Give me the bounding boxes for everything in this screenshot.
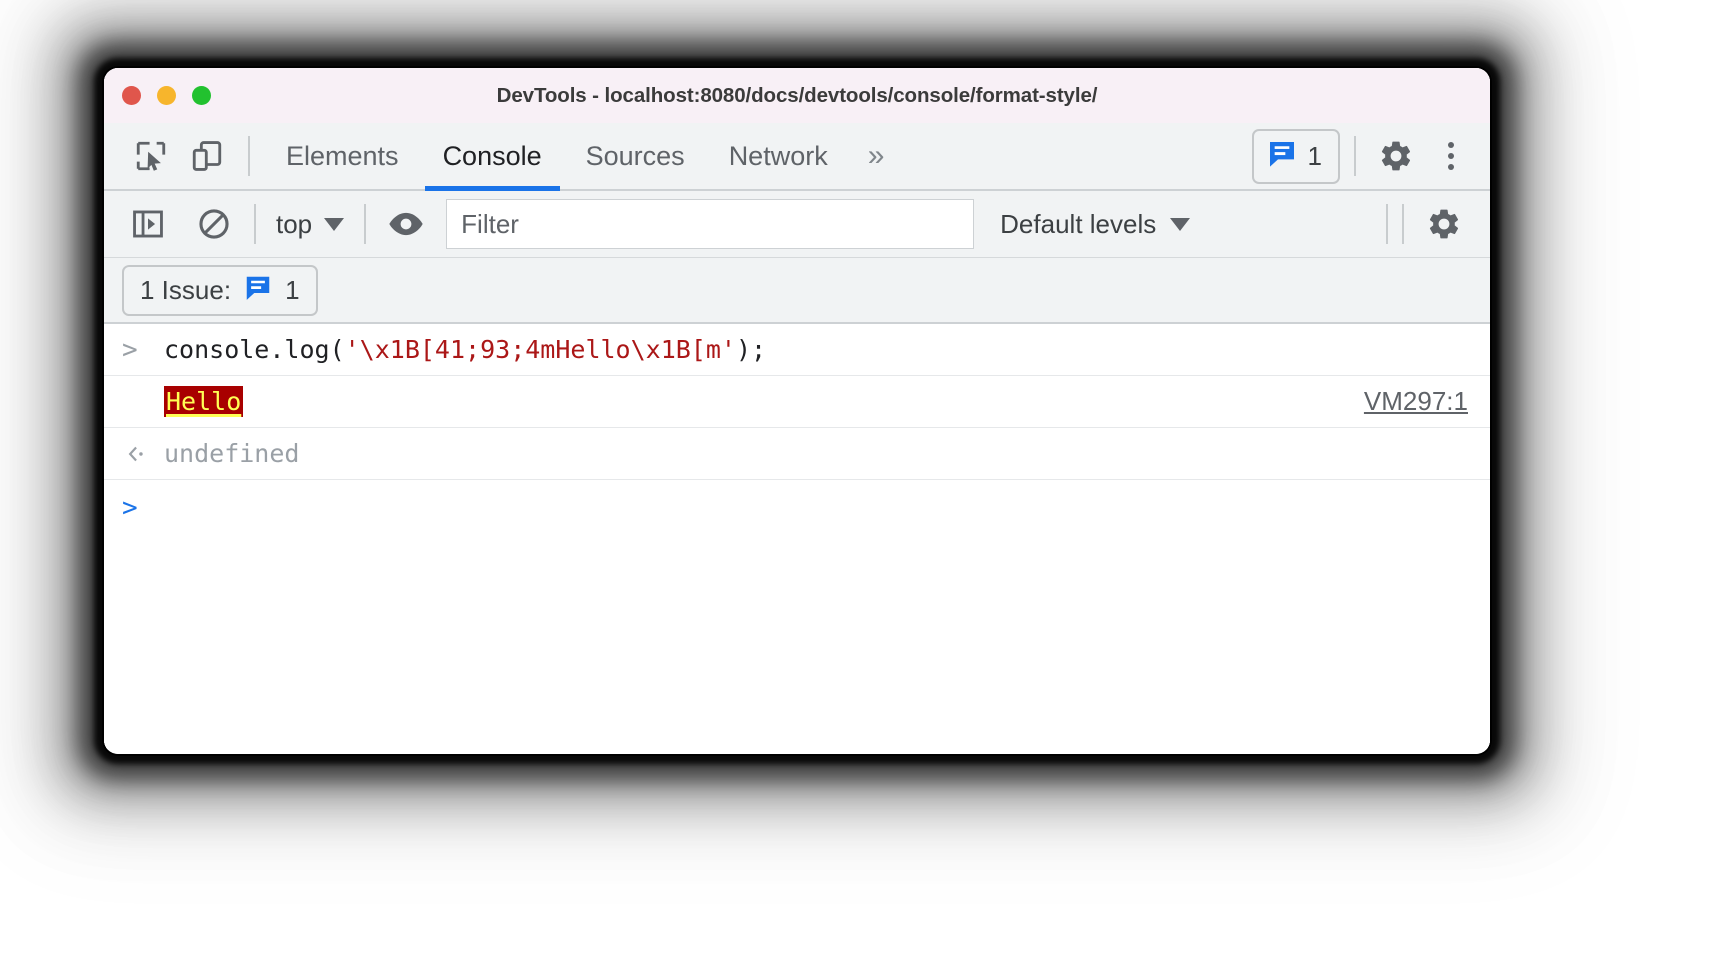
filterbar-divider-4	[1402, 204, 1404, 244]
live-expression-icon[interactable]	[380, 198, 432, 250]
kebab-menu-icon[interactable]	[1428, 133, 1474, 179]
tab-elements[interactable]: Elements	[264, 123, 421, 189]
console-message-list: > console.log('\x1B[41;93;4mHello\x1B[m'…	[104, 324, 1490, 750]
panel-tabs: Elements Console Sources Network »	[264, 123, 903, 191]
issues-badge-button[interactable]: 1	[1251, 128, 1340, 184]
tabbar-right-group: 1	[1251, 128, 1490, 184]
ansi-styled-output: Hello	[164, 386, 244, 417]
execution-context-value: top	[276, 208, 313, 239]
console-prompt-row[interactable]: >	[104, 480, 1490, 536]
execution-context-selector[interactable]: top	[270, 209, 350, 240]
code-string-literal: '\x1B[41;93;4mHello\x1B[m'	[344, 335, 736, 364]
chevron-down-icon	[324, 217, 345, 231]
clear-console-icon[interactable]	[188, 198, 240, 250]
log-level-value: Default levels	[1000, 208, 1157, 239]
tab-console[interactable]: Console	[421, 123, 564, 191]
console-output-row[interactable]: Hello VM297:1	[104, 376, 1490, 428]
traffic-lights	[122, 86, 211, 105]
tab-sources[interactable]: Sources	[564, 123, 707, 189]
console-sidebar-icon[interactable]	[122, 198, 174, 250]
issues-banner-button[interactable]: 1 Issue: 1	[122, 264, 318, 316]
issues-banner-label: 1 Issue:	[140, 274, 232, 305]
console-filter-toolbar: top Default levels	[104, 191, 1490, 258]
issues-banner: 1 Issue: 1	[104, 258, 1490, 324]
gear-icon[interactable]	[1370, 130, 1422, 182]
console-input-code: console.log('\x1B[41;93;4mHello\x1B[m');	[164, 335, 766, 364]
console-result-row: undefined	[104, 428, 1490, 480]
code-prefix: console.log(	[164, 335, 345, 364]
minimize-window-button[interactable]	[157, 86, 176, 105]
tab-network[interactable]: Network	[707, 123, 850, 189]
screenshot-root: DevTools - localhost:8080/docs/devtools/…	[0, 0, 1722, 974]
devtools-window: DevTools - localhost:8080/docs/devtools/…	[104, 68, 1490, 754]
code-suffix: );	[735, 335, 767, 364]
issues-banner-count: 1	[285, 274, 300, 305]
log-level-selector[interactable]: Default levels	[1000, 208, 1191, 240]
console-empty-area	[104, 536, 1490, 750]
console-input-row[interactable]: > console.log('\x1B[41;93;4mHello\x1B[m'…	[104, 324, 1490, 376]
filterbar-divider-2	[364, 204, 367, 244]
devtools-tabbar: Elements Console Sources Network » 1	[104, 123, 1490, 191]
device-toolbar-icon[interactable]	[180, 129, 234, 183]
result-arrow-icon	[122, 441, 164, 467]
maximize-window-button[interactable]	[192, 86, 211, 105]
toolbar-divider-2	[1354, 136, 1356, 176]
issue-bubble-icon	[243, 273, 273, 308]
filterbar-right-group	[1372, 198, 1490, 250]
console-filter-input[interactable]	[461, 208, 974, 240]
filterbar-divider-3	[1386, 204, 1388, 244]
prompt-chevron-icon: >	[122, 493, 138, 523]
issue-bubble-icon	[1266, 138, 1298, 175]
toolbar-divider	[248, 136, 250, 176]
filterbar-divider-1	[254, 204, 256, 244]
source-location-link[interactable]: VM297:1	[1364, 386, 1468, 417]
issues-count: 1	[1307, 140, 1322, 171]
chevron-down-icon	[1170, 217, 1191, 231]
console-filter-input-wrap[interactable]	[446, 199, 975, 249]
more-tabs-button[interactable]: »	[850, 123, 903, 189]
window-title: DevTools - localhost:8080/docs/devtools/…	[496, 83, 1098, 107]
close-window-button[interactable]	[122, 86, 141, 105]
input-chevron-icon: >	[122, 334, 138, 365]
inspect-element-icon[interactable]	[124, 129, 178, 183]
gear-icon[interactable]	[1418, 198, 1470, 250]
console-result-value: undefined	[164, 439, 300, 468]
window-titlebar: DevTools - localhost:8080/docs/devtools/…	[104, 68, 1490, 123]
